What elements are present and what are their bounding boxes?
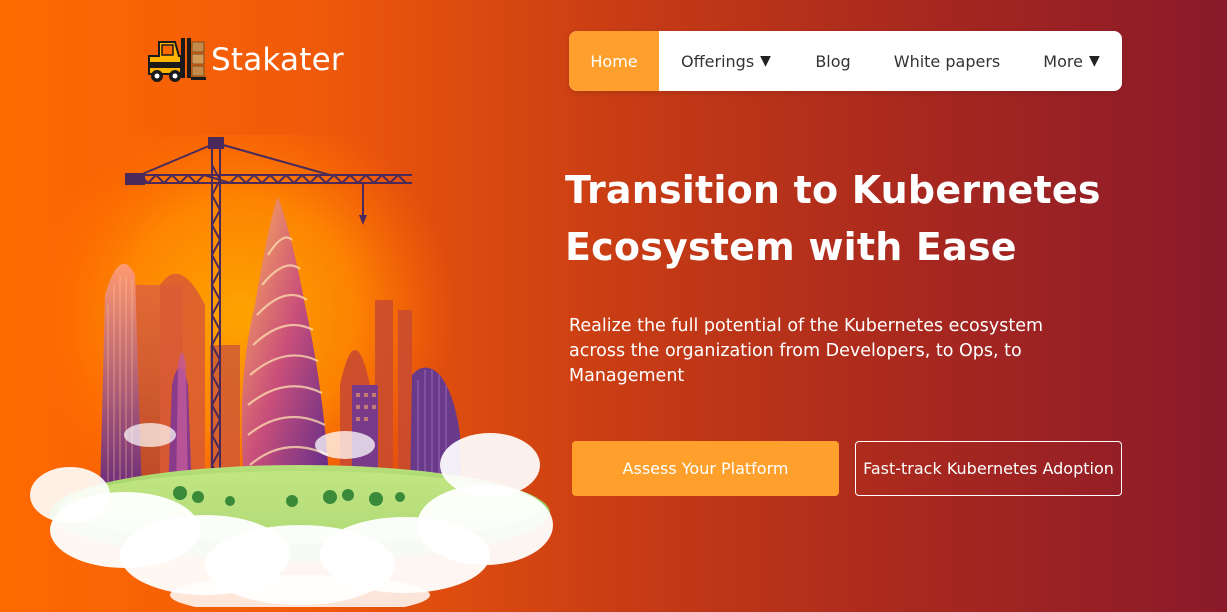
brand-logo[interactable]: Stakater [145, 34, 344, 86]
caret-down-icon: ▼ [760, 53, 771, 69]
nav-item-offerings[interactable]: Offerings ▼ [659, 31, 793, 91]
nav-item-more[interactable]: More ▼ [1021, 31, 1122, 91]
brand-name: Stakater [211, 42, 344, 78]
caret-down-icon: ▼ [1088, 53, 1100, 69]
nav-item-label: More [1043, 51, 1083, 71]
fast-track-adoption-button[interactable]: Fast-track Kubernetes Adoption [855, 441, 1122, 496]
nav-item-white-papers[interactable]: White papers [873, 31, 1021, 91]
hero-illustration [25, 100, 560, 612]
hero-title: Transition to Kubernetes Ecosystem with … [565, 162, 1165, 276]
nav-item-label: Offerings [681, 51, 755, 71]
nav-item-blog[interactable]: Blog [793, 31, 873, 91]
city-island-illustration [25, 100, 553, 612]
hero-subtitle: Realize the full potential of the Kubern… [569, 316, 1044, 386]
forklift-icon [148, 38, 206, 82]
hero-title-line-2: Ecosystem with Ease [565, 225, 1017, 269]
nav-item-label: Blog [815, 51, 851, 71]
assess-platform-button[interactable]: Assess Your Platform [572, 441, 839, 496]
main-nav: Home Offerings ▼ Blog White papers More … [569, 31, 1122, 91]
hero-title-line-1: Transition to Kubernetes [565, 168, 1101, 212]
nav-item-label: Home [590, 51, 638, 71]
nav-item-home[interactable]: Home [569, 31, 659, 91]
nav-item-label: White papers [893, 51, 1001, 71]
